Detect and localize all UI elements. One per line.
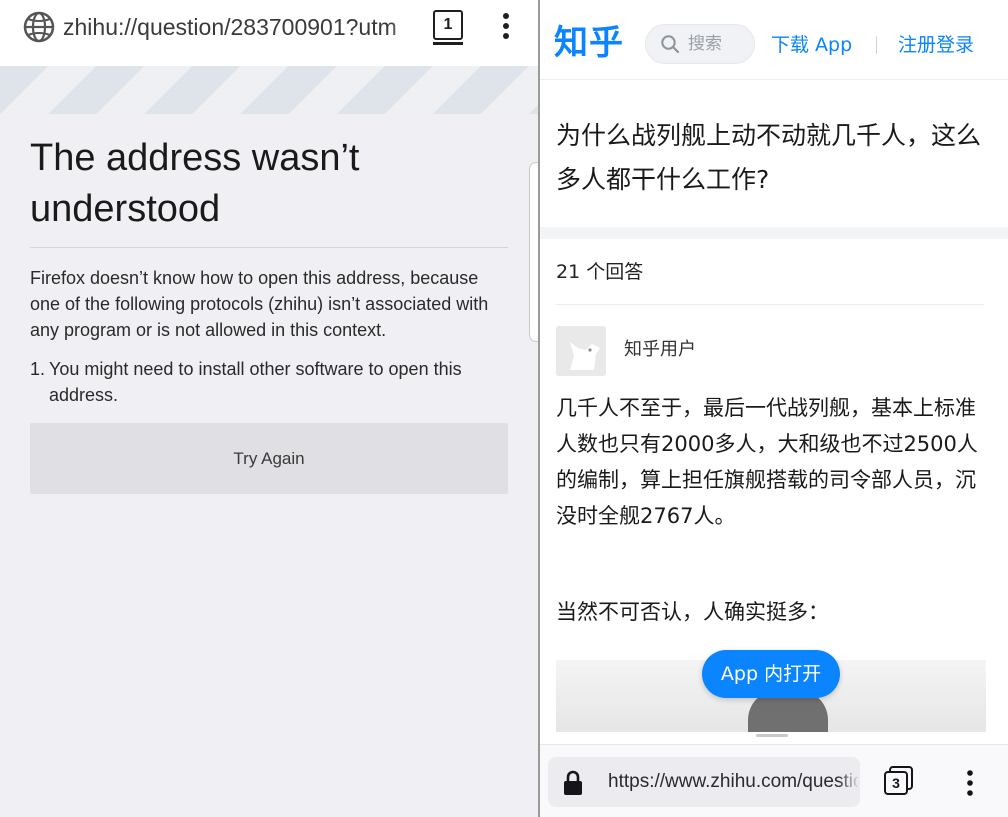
firefox-toolbar: zhihu://question/283700901?utm 1 [0, 0, 538, 66]
question-title[interactable]: 为什么战列舰上动不动就几千人，这么多人都干什么工作? [556, 114, 994, 202]
search-placeholder: 搜索 [688, 34, 722, 54]
url-bar[interactable]: zhihu://question/283700901?utm [63, 12, 415, 42]
divider [30, 247, 508, 248]
open-in-app-button[interactable]: App 内打开 [702, 650, 840, 698]
url-fade [390, 10, 418, 44]
firefox-window: zhihu://question/283700901?utm 1 The add… [0, 0, 538, 817]
suggestion-number: 1. [30, 359, 46, 379]
answer-paragraph: 当然不可否认，人确实挺多： [556, 600, 829, 624]
browser-bottom-toolbar: https://www.zhihu.com/question/283700901… [540, 744, 1008, 817]
globe-icon[interactable] [22, 10, 56, 44]
error-title: The address wasn’t understood [30, 137, 360, 230]
tab-counter-button[interactable]: 1 [433, 10, 463, 40]
error-description: Firefox doesn’t know how to open this ad… [30, 268, 489, 340]
suggestion-text: You might need to install other software… [49, 359, 462, 405]
error-banner-stripes [0, 66, 538, 114]
avatar[interactable] [556, 326, 606, 376]
answer-count: 21 个回答 [556, 261, 644, 283]
overflow-menu-icon[interactable] [494, 10, 518, 44]
register-login-link[interactable]: 注册登录 [898, 32, 974, 58]
url-fade [838, 757, 860, 807]
search-icon [661, 35, 680, 54]
url-bar[interactable]: https://www.zhihu.com/question/283700901 [548, 757, 860, 807]
zhihu-logo[interactable]: 知乎 [554, 21, 624, 65]
header-separator [876, 36, 877, 54]
toolbar-handle[interactable] [756, 734, 788, 737]
zhihu-window: 知乎 搜索 下载 App 注册登录 为什么战列舰上动不动就几千人，这么多人都干什… [540, 0, 1008, 817]
divider [556, 304, 984, 305]
author-name[interactable]: 知乎用户 [624, 337, 696, 363]
search-box[interactable]: 搜索 [645, 24, 755, 64]
answer-paragraph: 几千人不至于，最后一代战列舰，基本上标准人数也只有2000多人，大和级也不过25… [556, 396, 978, 528]
lock-icon[interactable] [562, 770, 584, 796]
default-avatar-icon [556, 326, 606, 376]
tab-counter-underline [433, 42, 463, 45]
try-again-button[interactable]: Try Again [30, 423, 508, 494]
overflow-menu-icon[interactable] [960, 765, 980, 801]
section-gap [540, 227, 1008, 239]
tab-counter-button[interactable]: 3 [884, 771, 908, 795]
download-app-link[interactable]: 下载 App [771, 32, 852, 58]
url-text[interactable]: https://www.zhihu.com/question/283700901 [608, 769, 858, 795]
status-bar [540, 0, 1008, 7]
zhihu-header: 知乎 搜索 下载 App 注册登录 [540, 7, 1008, 80]
